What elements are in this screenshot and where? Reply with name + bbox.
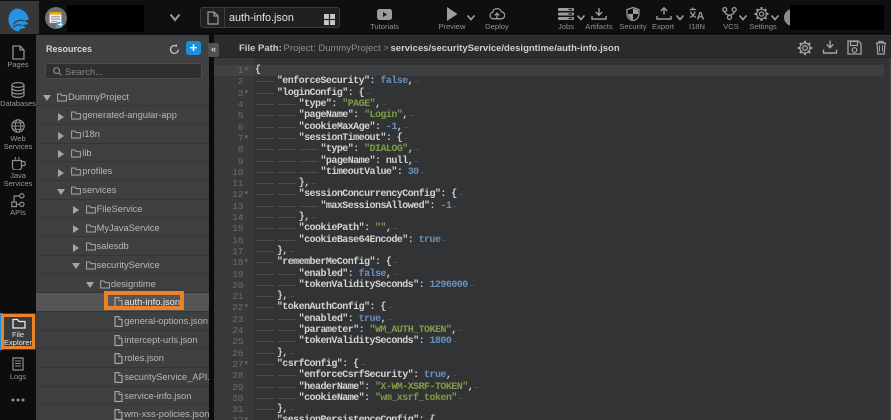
svg-text:A: A (697, 11, 705, 21)
